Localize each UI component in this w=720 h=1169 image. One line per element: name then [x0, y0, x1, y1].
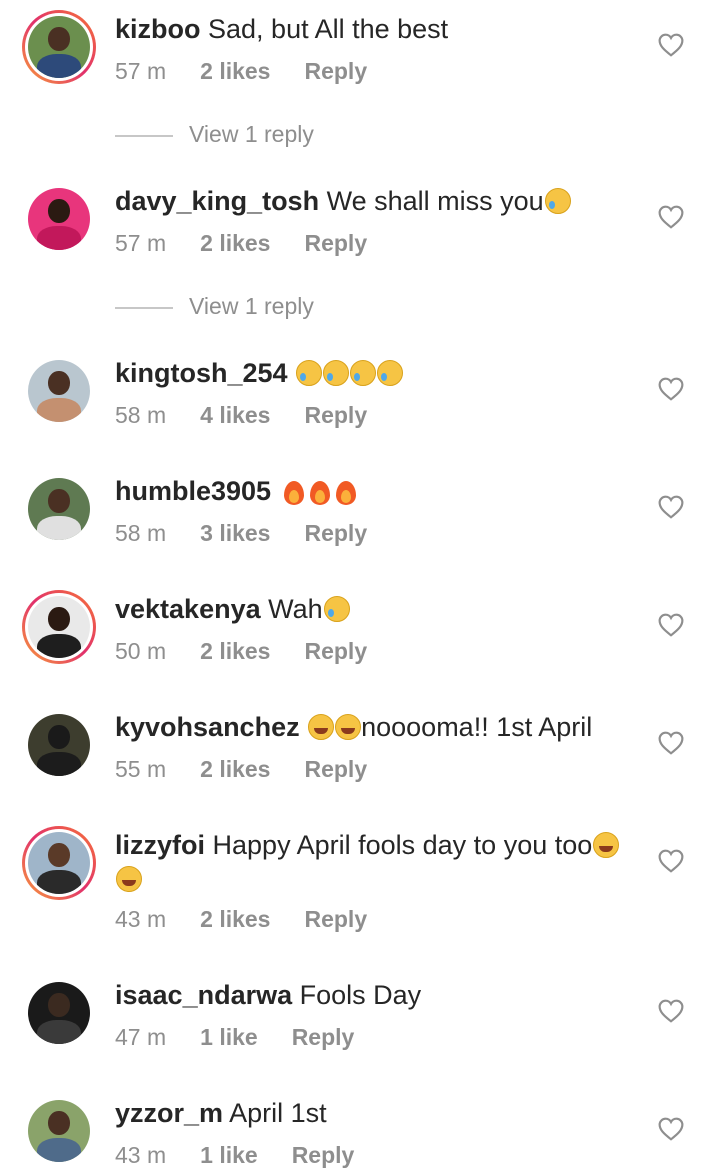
comment-text-line: yzzor_m April 1st: [115, 1096, 327, 1130]
avatar[interactable]: [22, 10, 96, 84]
heart-icon[interactable]: [658, 377, 684, 401]
comment-text: Happy April fools day to you too: [212, 830, 593, 860]
comment-text-line: davy_king_tosh We shall miss you: [115, 184, 571, 218]
heart-icon[interactable]: [658, 999, 684, 1023]
fire-emoji: [335, 477, 357, 505]
comment-username[interactable]: davy_king_tosh: [115, 186, 319, 216]
view-replies-label: View 1 reply: [189, 121, 314, 147]
comment-text: Wah: [268, 594, 323, 624]
avatar[interactable]: [22, 708, 96, 782]
comment-likes[interactable]: 2 likes: [200, 906, 270, 933]
comment-likes[interactable]: 2 likes: [200, 58, 270, 85]
comment-username[interactable]: kyvohsanchez: [115, 712, 300, 742]
comment-time: 43 m: [115, 906, 167, 932]
crying-face-emoji: [323, 360, 350, 386]
comment-text: April 1st: [229, 1098, 327, 1128]
comment-text-line: lizzyfoi Happy April fools day to you to…: [115, 828, 620, 862]
comment-likes[interactable]: 1 like: [200, 1142, 258, 1169]
comment-username[interactable]: kizboo: [115, 14, 201, 44]
tears-of-joy-emoji: [116, 866, 142, 892]
comment-text-line: kyvohsanchez nooooma!! 1st April: [115, 710, 592, 744]
comment-username[interactable]: kingtosh_254: [115, 358, 288, 388]
view-replies-button[interactable]: View 1 reply: [115, 121, 314, 148]
fire-emoji: [309, 477, 331, 505]
comment-time: 55 m: [115, 756, 167, 782]
comment-time: 57 m: [115, 58, 167, 84]
comment-meta: 58 m 4 likes Reply: [115, 402, 367, 429]
comment-text-line: vektakenya Wah: [115, 592, 350, 626]
avatar[interactable]: [22, 1094, 96, 1168]
comment-likes[interactable]: 2 likes: [200, 638, 270, 665]
comment-likes[interactable]: 4 likes: [200, 402, 270, 429]
crying-face-emoji: [296, 360, 323, 386]
heart-icon[interactable]: [658, 33, 684, 57]
comment-time: 50 m: [115, 638, 167, 664]
reply-button[interactable]: Reply: [304, 58, 367, 85]
comment-text-line: humble3905: [115, 474, 357, 508]
comment-meta: 57 m 2 likes Reply: [115, 58, 367, 85]
comment-meta: 55 m 2 likes Reply: [115, 756, 367, 783]
reply-button[interactable]: Reply: [304, 906, 367, 933]
crying-face-emoji: [350, 360, 377, 386]
comment-time: 58 m: [115, 402, 167, 428]
reply-button[interactable]: Reply: [304, 402, 367, 429]
avatar[interactable]: [22, 590, 96, 664]
crying-face-emoji: [377, 360, 404, 386]
comment-text-continuation: [115, 862, 142, 896]
comment-time: 47 m: [115, 1024, 167, 1050]
comment-likes[interactable]: 3 likes: [200, 520, 270, 547]
comment-likes[interactable]: 2 likes: [200, 756, 270, 783]
reply-thread-line: [115, 134, 173, 137]
comment-text: We shall miss you: [326, 186, 544, 216]
comment-meta: 47 m 1 like Reply: [115, 1024, 354, 1051]
comment-meta: 57 m 2 likes Reply: [115, 230, 367, 257]
comment-meta: 43 m 2 likes Reply: [115, 906, 367, 933]
comment-time: 57 m: [115, 230, 167, 256]
comment-meta: 58 m 3 likes Reply: [115, 520, 367, 547]
comment-username[interactable]: lizzyfoi: [115, 830, 205, 860]
reply-button[interactable]: Reply: [304, 756, 367, 783]
crying-face-emoji: [323, 596, 350, 622]
comment-text: Sad, but All the best: [208, 14, 449, 44]
heart-icon[interactable]: [658, 731, 684, 755]
comment-text: nooooma!! 1st April: [361, 712, 593, 742]
comment-likes[interactable]: 2 likes: [200, 230, 270, 257]
comment-meta: 50 m 2 likes Reply: [115, 638, 367, 665]
crying-face-emoji: [544, 188, 571, 214]
comment-time: 43 m: [115, 1142, 167, 1168]
avatar[interactable]: [22, 472, 96, 546]
comment-username[interactable]: vektakenya: [115, 594, 261, 624]
fire-emoji: [283, 477, 305, 505]
reply-button[interactable]: Reply: [304, 230, 367, 257]
comment-text: Fools Day: [299, 980, 422, 1010]
reply-thread-line: [115, 306, 173, 309]
heart-icon[interactable]: [658, 849, 684, 873]
comment-likes[interactable]: 1 like: [200, 1024, 258, 1051]
view-replies-label: View 1 reply: [189, 293, 314, 319]
comment-text-line: kingtosh_254: [115, 356, 404, 390]
comment-username[interactable]: yzzor_m: [115, 1098, 223, 1128]
avatar[interactable]: [22, 826, 96, 900]
avatar[interactable]: [22, 976, 96, 1050]
avatar[interactable]: [22, 354, 96, 428]
heart-icon[interactable]: [658, 613, 684, 637]
heart-icon[interactable]: [658, 495, 684, 519]
heart-icon[interactable]: [658, 1117, 684, 1141]
tears-of-joy-emoji: [335, 714, 362, 740]
view-replies-button[interactable]: View 1 reply: [115, 293, 314, 320]
tears-of-joy-emoji: [308, 714, 335, 740]
comment-username[interactable]: humble3905: [115, 476, 271, 506]
comment-text-line: isaac_ndarwa Fools Day: [115, 978, 421, 1012]
reply-button[interactable]: Reply: [292, 1142, 355, 1169]
comment-time: 58 m: [115, 520, 167, 546]
comment-username[interactable]: isaac_ndarwa: [115, 980, 292, 1010]
avatar[interactable]: [22, 182, 96, 256]
reply-button[interactable]: Reply: [304, 638, 367, 665]
reply-button[interactable]: Reply: [304, 520, 367, 547]
reply-button[interactable]: Reply: [292, 1024, 355, 1051]
comment-meta: 43 m 1 like Reply: [115, 1142, 354, 1169]
heart-icon[interactable]: [658, 205, 684, 229]
tears-of-joy-emoji: [593, 832, 620, 858]
comment-text-line: kizboo Sad, but All the best: [115, 12, 448, 46]
